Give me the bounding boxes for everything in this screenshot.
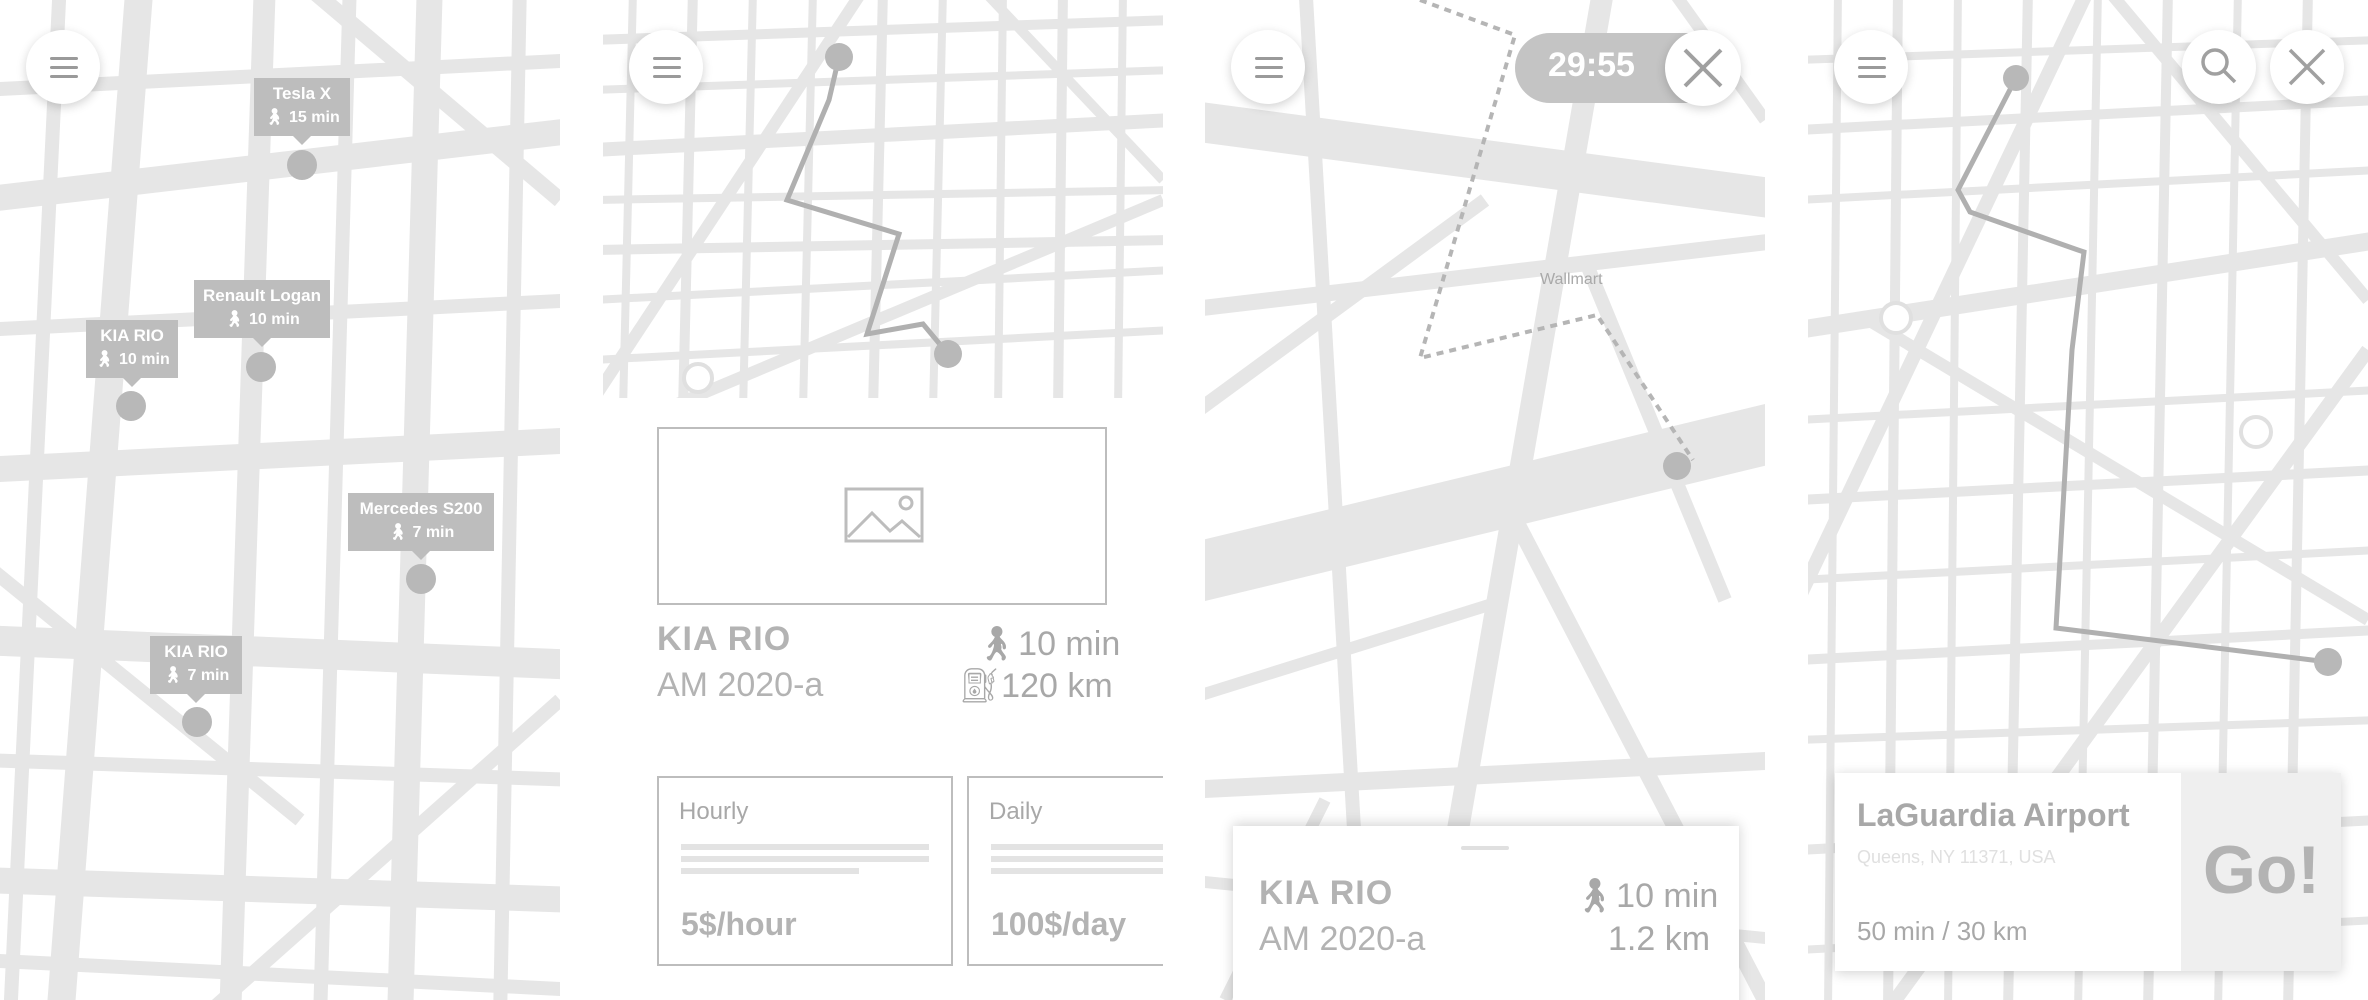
search-icon (2201, 48, 2237, 84)
cancel-reservation-button[interactable] (1665, 30, 1741, 106)
text-placeholder-line (681, 856, 929, 862)
close-icon (2288, 48, 2326, 86)
fuel-pump-icon: ⛽︎ (958, 667, 1002, 705)
go-button-label: Go! (2203, 832, 2321, 908)
car-eta: 🚶︎ 10 min (94, 351, 170, 368)
destination-card[interactable]: LaGuardia Airport Queens, NY 11371, USA … (1835, 773, 2341, 971)
car-name: KIA RIO (164, 642, 228, 661)
map-screen-cars: Tesla X 🚶︎ 15 min Renault Logan 🚶︎ 10 mi… (0, 0, 560, 1000)
rate-title: Hourly (679, 798, 749, 825)
car-photo-placeholder (657, 427, 1107, 605)
car-pin-label[interactable]: Tesla X 🚶︎ 15 min (254, 78, 350, 145)
close-button[interactable] (2270, 30, 2344, 104)
trip-destination-screen: LaGuardia Airport Queens, NY 11371, USA … (1808, 0, 2368, 1000)
car-name: Mercedes S200 (359, 499, 483, 518)
go-button[interactable]: Go! (2181, 773, 2341, 971)
rate-card-daily[interactable]: Daily 100$/day (967, 776, 1163, 966)
walk-time-stat: 🚶︎10 min (1573, 877, 1719, 915)
car-name: Tesla X (272, 84, 332, 103)
destination-address: Queens, NY 11371, USA (1857, 847, 2056, 867)
car-location-dot[interactable] (246, 352, 276, 382)
text-placeholder-line (681, 868, 859, 874)
menu-button[interactable] (629, 30, 703, 104)
sheet-drag-handle[interactable] (1461, 846, 1509, 850)
walking-person-icon: 🚶︎ (975, 625, 1019, 663)
car-info-sheet[interactable]: KIA RIO AM 2020-a 🚶︎10 min 1.2 km (1233, 826, 1739, 1000)
menu-button[interactable] (1231, 30, 1305, 104)
walk-time-stat: 🚶︎10 min (975, 625, 1121, 663)
car-eta: 🚶︎ 15 min (264, 109, 340, 126)
destination-title: LaGuardia Airport (1857, 797, 2130, 833)
car-pin-label[interactable]: KIA RIO 🚶︎ 10 min (86, 320, 178, 387)
car-location-dot[interactable] (182, 707, 212, 737)
distance-stat: 1.2 km (1608, 920, 1711, 958)
trip-duration-distance: 50 min / 30 km (1857, 916, 2028, 946)
text-placeholder-line (681, 844, 929, 850)
car-location-dot[interactable] (116, 391, 146, 421)
menu-button[interactable] (1834, 30, 1908, 104)
rate-card-hourly[interactable]: Hourly 5$/hour (657, 776, 953, 966)
text-placeholder-line (991, 844, 1163, 850)
car-plate: AM 2020-a (1259, 920, 1426, 958)
car-pin-label[interactable]: Renault Logan 🚶︎ 10 min (194, 280, 330, 347)
map-place-label: Wallmart (1540, 271, 1603, 288)
car-model: KIA RIO (1259, 874, 1394, 912)
walking-to-car-screen: 29:55 Wallmart KIA RIO AM 2020-a 🚶︎10 mi… (1205, 0, 1765, 1000)
walking-person-icon: 🚶︎ (1573, 877, 1617, 915)
car-location-dot[interactable] (406, 564, 436, 594)
car-eta: 🚶︎ 10 min (224, 311, 300, 328)
close-icon (1683, 48, 1723, 88)
search-button[interactable] (2182, 30, 2256, 104)
car-name: KIA RIO (100, 326, 164, 345)
rate-price: 5$/hour (681, 906, 797, 942)
fuel-range-stat: ⛽︎120 km (958, 667, 1113, 705)
text-placeholder-line (991, 856, 1163, 862)
car-eta: 🚶︎ 7 min (162, 667, 230, 684)
car-plate: AM 2020-a (657, 666, 824, 704)
car-model: KIA RIO (657, 620, 792, 658)
text-placeholder-line (991, 868, 1163, 874)
image-placeholder-icon (844, 487, 924, 543)
rate-title: Daily (989, 798, 1043, 825)
car-pin-label[interactable]: KIA RIO 🚶︎ 7 min (150, 636, 242, 703)
car-name: Renault Logan (202, 286, 322, 305)
rate-price: 100$/day (991, 906, 1127, 942)
menu-button[interactable] (26, 30, 100, 104)
timer-value: 29:55 (1548, 46, 1635, 84)
car-eta: 🚶︎ 7 min (387, 524, 455, 541)
car-pin-label[interactable]: Mercedes S200 🚶︎ 7 min (348, 493, 494, 560)
car-location-dot[interactable] (287, 150, 317, 180)
car-details-screen: KIA RIO AM 2020-a 🚶︎10 min ⛽︎120 km Hour… (603, 0, 1163, 1000)
